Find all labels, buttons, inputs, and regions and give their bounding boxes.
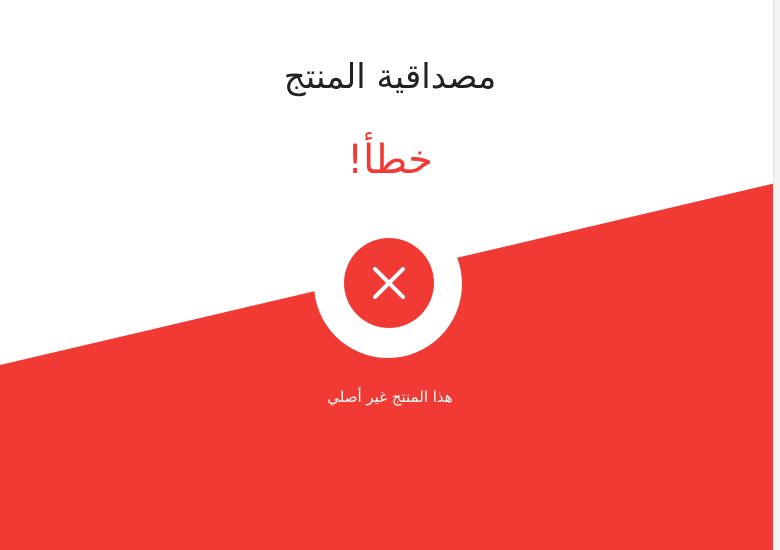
page-title: مصداقية المنتج	[283, 57, 497, 97]
result-message: هذا المنتج غير أصلي	[327, 388, 453, 406]
error-status-heading: خطأ!	[347, 137, 433, 183]
close-icon	[373, 267, 405, 299]
result-page: مصداقية المنتج خطأ! هذا المنتج غير أصلي	[0, 0, 780, 550]
status-badge	[344, 238, 434, 328]
